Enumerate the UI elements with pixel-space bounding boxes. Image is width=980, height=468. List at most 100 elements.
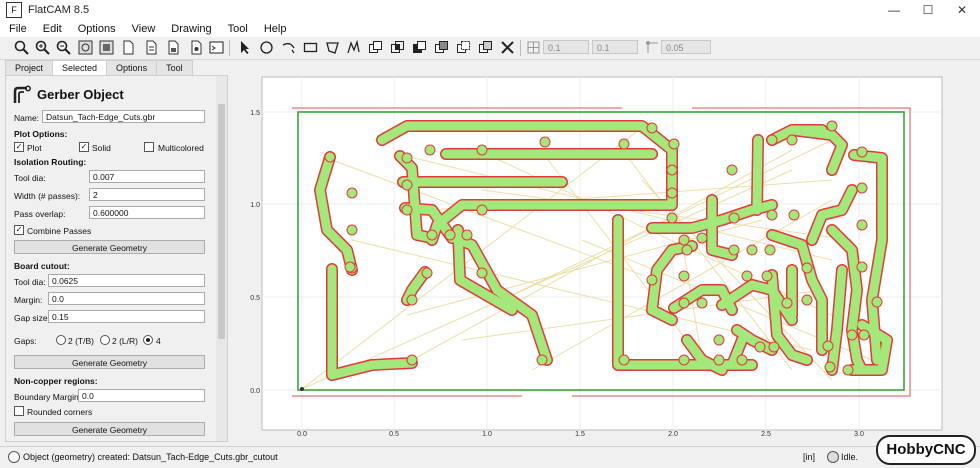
- plot-canvas[interactable]: 0.0 0.5 1.0 1.5 2.0 2.5 3.0 1.5 1.0 0.5 …: [232, 60, 980, 443]
- zoom-out-icon[interactable]: [55, 39, 72, 56]
- multicolored-checkbox-label: Multicolored: [158, 143, 204, 153]
- hobbycnc-logo: HobbyCNC: [876, 435, 976, 465]
- pass-overlap-input[interactable]: 0.600000: [89, 206, 205, 219]
- replot-icon[interactable]: [77, 39, 94, 56]
- x-tick-label: 0.5: [389, 431, 399, 438]
- gerber-icon: [12, 85, 32, 107]
- x-tick-label: 3.0: [854, 431, 864, 438]
- menu-edit[interactable]: Edit: [34, 23, 69, 35]
- menu-view[interactable]: View: [123, 23, 163, 35]
- union-icon[interactable]: [367, 39, 384, 56]
- menu-drawing[interactable]: Drawing: [162, 23, 218, 35]
- toolbar-separator: [520, 40, 521, 56]
- select-arrow-icon[interactable]: [236, 39, 253, 56]
- menu-bar: File Edit Options View Drawing Tool Help: [0, 20, 980, 37]
- width-passes-input[interactable]: 2: [89, 188, 205, 201]
- boundary-margin-input[interactable]: 0.0: [78, 389, 205, 402]
- clear-plot-icon[interactable]: [98, 39, 115, 56]
- gaps-radio-lr-label: 2 (L/R): [112, 336, 138, 346]
- tab-tool[interactable]: Tool: [156, 60, 193, 75]
- combine-passes-checkbox[interactable]: ✓: [14, 225, 24, 235]
- combine-passes-label: Combine Passes: [27, 226, 92, 236]
- y-tick-label: 0.0: [250, 388, 260, 395]
- noncopper-regions-label: Non-copper regions:: [14, 376, 98, 386]
- plot-checkbox[interactable]: ✓: [14, 142, 24, 152]
- generate-isolation-geometry-button[interactable]: Generate Geometry: [14, 240, 205, 254]
- delete-icon[interactable]: [499, 39, 516, 56]
- circle-icon[interactable]: [258, 39, 275, 56]
- gaps-radio-tb-label: 2 (T/B): [68, 336, 94, 346]
- zoom-in-icon[interactable]: [34, 39, 51, 56]
- object-name-input[interactable]: Datsun_Tach-Edge_Cuts.gbr: [42, 110, 205, 123]
- gaps-label: Gaps:: [14, 336, 37, 346]
- units-indicator[interactable]: [in]: [803, 452, 815, 462]
- status-bar: Object (geometry) created: Datsun_Tach-E…: [0, 435, 980, 468]
- activity-icon: [827, 451, 839, 463]
- menu-help[interactable]: Help: [255, 23, 294, 35]
- window-title: FlatCAM 8.5: [28, 4, 90, 16]
- intersection-icon[interactable]: [389, 39, 406, 56]
- solid-checkbox[interactable]: ✓: [79, 142, 89, 152]
- name-label: Name:: [14, 113, 40, 123]
- snap-max-input[interactable]: 0.05: [661, 40, 711, 54]
- pass-overlap-label: Pass overlap:: [14, 209, 66, 219]
- gaps-radio-tb[interactable]: [56, 335, 66, 345]
- copy-icon[interactable]: [477, 39, 494, 56]
- width-passes-label: Width (# passes):: [14, 191, 81, 201]
- cut-icon[interactable]: [433, 39, 450, 56]
- rectangle-icon[interactable]: [302, 39, 319, 56]
- tool-dia-input[interactable]: 0.007: [89, 170, 205, 183]
- x-tick-label: 0.0: [297, 431, 307, 438]
- new-document-icon[interactable]: [120, 39, 137, 56]
- gaps-radio-4[interactable]: [143, 335, 153, 345]
- gap-size-label: Gap size:: [14, 313, 50, 323]
- generate-cutout-geometry-button[interactable]: Generate Geometry: [14, 355, 205, 369]
- shell-icon[interactable]: [208, 39, 225, 56]
- open-file-icon[interactable]: [143, 39, 160, 56]
- gaps-radio-lr[interactable]: [100, 335, 110, 345]
- menu-file[interactable]: File: [0, 23, 34, 35]
- menu-tool[interactable]: Tool: [219, 23, 255, 35]
- status-info-icon: [8, 451, 20, 463]
- move-icon[interactable]: [455, 39, 472, 56]
- boundary-margin-label: Boundary Margin:: [14, 392, 82, 402]
- snap-corner-icon[interactable]: [644, 39, 661, 56]
- minimize-button[interactable]: —: [877, 0, 911, 20]
- menu-options[interactable]: Options: [69, 23, 123, 35]
- tab-options[interactable]: Options: [106, 60, 158, 75]
- main-toolbar: 0.1 0.1 0.05: [0, 37, 980, 60]
- multicolored-checkbox[interactable]: [144, 142, 154, 152]
- rounded-corners-checkbox[interactable]: [14, 406, 24, 416]
- plot-canvas-area[interactable]: 0.0 0.5 1.0 1.5 2.0 2.5 3.0 1.5 1.0 0.5 …: [232, 60, 980, 443]
- grid-x-input[interactable]: 0.1: [543, 40, 589, 54]
- polygon-icon[interactable]: [324, 39, 341, 56]
- grid-snap-icon[interactable]: [525, 39, 542, 56]
- tool-dia-label: Tool dia:: [14, 173, 46, 183]
- margin-input[interactable]: 0.0: [48, 292, 205, 305]
- subtract-icon[interactable]: [411, 39, 428, 56]
- y-tick-label: 1.0: [250, 202, 260, 209]
- panel-scrollbar-thumb[interactable]: [218, 104, 225, 339]
- margin-label: Margin:: [14, 295, 43, 305]
- gerber-file-icon[interactable]: [188, 39, 205, 56]
- save-file-icon[interactable]: [165, 39, 182, 56]
- path-icon[interactable]: [345, 39, 362, 56]
- zoom-fit-icon[interactable]: [13, 39, 30, 56]
- solid-checkbox-label: Solid: [92, 143, 111, 153]
- grid-y-input[interactable]: 0.1: [592, 40, 638, 54]
- toolbar-separator: [229, 40, 230, 56]
- arc-icon[interactable]: [280, 39, 297, 56]
- notebook-tabs: Project Selected Options Tool: [5, 60, 226, 75]
- close-button[interactable]: ✕: [945, 0, 979, 20]
- y-tick-label: 1.5: [250, 110, 260, 117]
- cutout-tool-dia-input[interactable]: 0.0625: [48, 274, 205, 287]
- tab-project[interactable]: Project: [5, 60, 54, 75]
- generate-noncopper-geometry-button[interactable]: Generate Geometry: [14, 422, 205, 436]
- tab-selected[interactable]: Selected: [52, 60, 108, 75]
- gap-size-input[interactable]: 0.15: [48, 310, 205, 323]
- y-tick-label: 0.5: [250, 295, 260, 302]
- panel-scrollbar[interactable]: [216, 76, 227, 441]
- x-tick-label: 2.5: [761, 431, 771, 438]
- status-state: Idle.: [841, 452, 859, 462]
- maximize-button[interactable]: ☐: [911, 0, 945, 20]
